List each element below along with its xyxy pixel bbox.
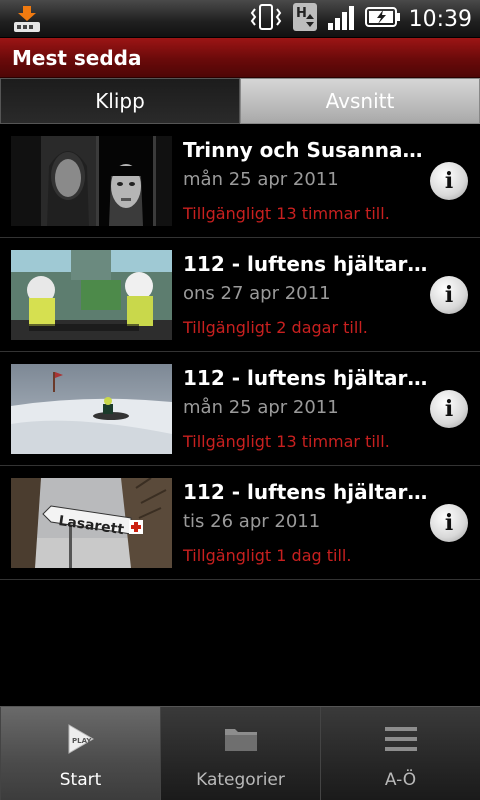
episode-title: Trinny och Susannah s... (183, 138, 428, 162)
episode-title: 112 - luftens hjältar de... (183, 366, 428, 390)
nav-start[interactable]: PLAY Start (0, 707, 160, 800)
list-icon (381, 721, 421, 757)
nav-a-o[interactable]: A-Ö (320, 707, 480, 800)
episode-title: 112 - luftens hjältar de... (183, 252, 428, 276)
tab-label: Klipp (95, 89, 145, 113)
tab-avsnitt[interactable]: Avsnitt (240, 78, 480, 124)
thumbnail (11, 364, 172, 454)
nav-label: Kategorier (196, 770, 285, 790)
info-icon[interactable]: i (430, 276, 468, 314)
episode-date: tis 26 apr 2011 (183, 511, 321, 532)
tab-label: Avsnitt (325, 89, 395, 113)
status-bar: H 10:39 (0, 0, 480, 38)
hsdpa-data-icon: H (291, 2, 319, 36)
page-title: Mest sedda (12, 46, 142, 70)
svg-text:PLAY: PLAY (72, 737, 92, 745)
nav-kategorier[interactable]: Kategorier (160, 707, 320, 800)
list-item[interactable]: 112 - luftens hjältar de... mån 25 apr 2… (0, 352, 480, 466)
tab-bar: Klipp Avsnitt (0, 78, 480, 124)
signal-icon (327, 3, 357, 35)
episode-list: Trinny och Susannah s... mån 25 apr 2011… (0, 124, 480, 580)
nav-label: A-Ö (384, 770, 417, 790)
episode-date: mån 25 apr 2011 (183, 169, 339, 190)
tab-klipp[interactable]: Klipp (0, 78, 240, 124)
play-icon: PLAY (61, 721, 101, 757)
nav-label: Start (59, 770, 102, 790)
svg-text:H: H (296, 6, 307, 21)
list-item[interactable]: Lasarett 112 - luftens hjältar de... tis… (0, 466, 480, 580)
episode-availability: Tillgängligt 13 timmar till. (183, 432, 390, 451)
episode-availability: Tillgängligt 13 timmar till. (183, 204, 390, 223)
episode-date: mån 25 apr 2011 (183, 397, 339, 418)
thumbnail (11, 136, 172, 226)
folder-icon (221, 721, 261, 757)
vibrate-icon (249, 3, 283, 35)
episode-availability: Tillgängligt 2 dagar till. (183, 318, 368, 337)
list-item[interactable]: 112 - luftens hjältar de... ons 27 apr 2… (0, 238, 480, 352)
download-notification-icon[interactable] (10, 4, 44, 34)
battery-charging-icon (364, 5, 401, 33)
bottom-navigation: PLAY Start Kategorier A-Ö (0, 706, 480, 800)
thumbnail (11, 250, 172, 340)
title-bar: Mest sedda (0, 38, 480, 78)
clock: 10:39 (408, 6, 472, 32)
episode-availability: Tillgängligt 1 dag till. (183, 546, 352, 565)
thumbnail: Lasarett (11, 478, 172, 568)
list-item[interactable]: Trinny och Susannah s... mån 25 apr 2011… (0, 124, 480, 238)
episode-date: ons 27 apr 2011 (183, 283, 331, 304)
episode-title: 112 - luftens hjältar de... (183, 480, 428, 504)
info-icon[interactable]: i (430, 390, 468, 428)
info-icon[interactable]: i (430, 162, 468, 200)
info-icon[interactable]: i (430, 504, 468, 542)
